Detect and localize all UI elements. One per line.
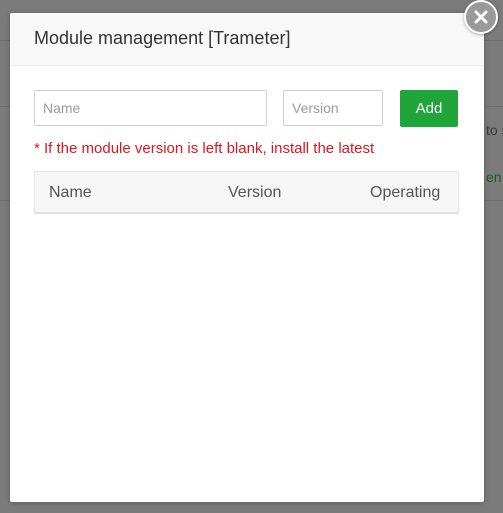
close-icon — [474, 10, 488, 24]
close-button[interactable] — [464, 0, 498, 34]
backdrop-text: to s — [486, 122, 503, 138]
column-header-version: Version — [228, 184, 282, 201]
module-table: Name Version Operating — [34, 171, 459, 214]
backdrop-link: en — [486, 169, 502, 185]
dialog-title: Module management [Trameter] — [34, 28, 291, 48]
column-header-name: Name — [49, 184, 92, 201]
module-management-dialog: Module management [Trameter] — [10, 13, 484, 502]
dialog-header: Module management [Trameter] — [10, 13, 484, 66]
module-name-input[interactable] — [34, 90, 267, 126]
hint-text: * If the module version is left blank, i… — [34, 140, 375, 157]
column-header-operating: Operating — [370, 184, 441, 201]
module-version-input[interactable] — [283, 90, 383, 126]
add-button[interactable]: Add — [400, 90, 458, 127]
